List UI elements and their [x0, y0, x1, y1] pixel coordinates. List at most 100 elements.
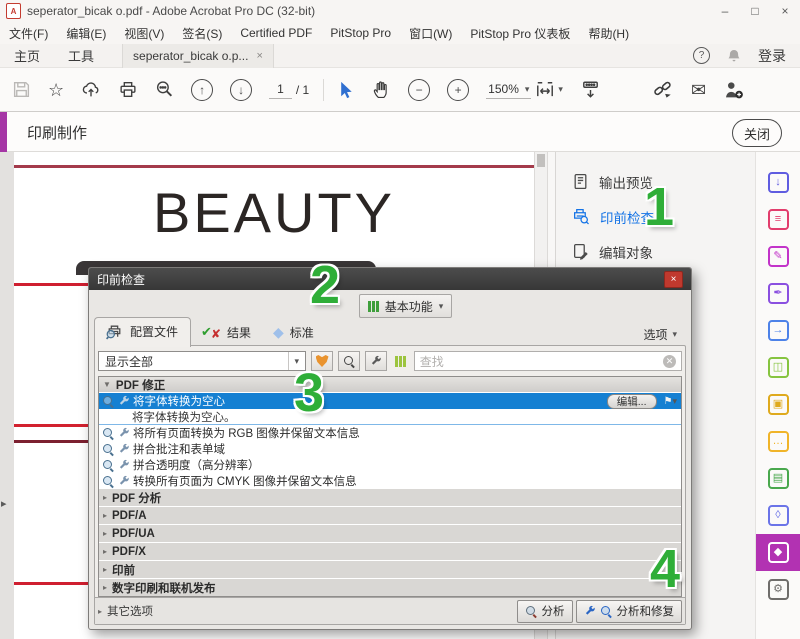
- selected-profile-row[interactable]: 将字体转换为空心 编辑... ⚑: [99, 393, 681, 409]
- star-icon[interactable]: ☆: [48, 81, 64, 99]
- tabbar: 主页 工具 seperator_bicak o.p... × ? 登录: [0, 44, 800, 68]
- analyze-icon: [102, 443, 115, 456]
- tab-standards[interactable]: ◆ 标准: [263, 319, 326, 346]
- print-icon[interactable]: [118, 80, 138, 99]
- profile-row[interactable]: 转换所有页面为 CMYK 图像并保留文本信息: [99, 473, 681, 489]
- zoom-out-icon[interactable]: −: [408, 79, 430, 101]
- hand-tool-icon[interactable]: [372, 80, 391, 99]
- share-with-people-icon[interactable]: [723, 80, 744, 99]
- maximize-button[interactable]: □: [740, 0, 770, 22]
- tab-document[interactable]: seperator_bicak o.p... ×: [122, 44, 274, 68]
- current-tool-tool[interactable]: ◆: [756, 534, 800, 571]
- close-window-button[interactable]: ×: [770, 0, 800, 22]
- minimize-button[interactable]: –: [710, 0, 740, 22]
- organize-pages-icon: ≡: [768, 209, 789, 230]
- fit-width-dropdown[interactable]: [535, 81, 563, 99]
- profile-row[interactable]: 拼合透明度（高分辨率）: [99, 457, 681, 473]
- tab-tools[interactable]: 工具: [54, 44, 108, 68]
- sign-in-button[interactable]: 登录: [758, 46, 786, 66]
- profile-row[interactable]: 拼合批注和表单域: [99, 441, 681, 457]
- zoom-in-icon[interactable]: +: [447, 79, 469, 101]
- analyze-magnifier-icon: [525, 605, 538, 618]
- page-scrolling-icon[interactable]: [580, 80, 601, 99]
- collapsed-section-row[interactable]: ▸ 印前: [99, 561, 681, 579]
- menu-item[interactable]: Certified PDF: [231, 22, 321, 44]
- next-page-icon[interactable]: ↓: [230, 79, 252, 101]
- add-tools-tool[interactable]: ⚙: [756, 571, 800, 608]
- menu-item[interactable]: 签名(S): [173, 22, 231, 44]
- help-icon[interactable]: ?: [693, 47, 710, 64]
- other-options-toggle[interactable]: ▸ 其它选项: [98, 603, 153, 619]
- menu-item[interactable]: PitStop Pro: [321, 22, 400, 44]
- close-tool-button[interactable]: 关闭: [732, 119, 782, 147]
- right-rail: ↓ ≡ ✎✒→◫▣…▤◊◆⚙: [755, 152, 800, 639]
- search-icon[interactable]: [155, 80, 174, 99]
- send-for-review-tool[interactable]: →: [756, 312, 800, 349]
- menu-item[interactable]: 编辑(E): [57, 22, 115, 44]
- analyze-and-fix-button[interactable]: 分析和修复: [576, 600, 683, 623]
- flag-icon[interactable]: ⚑: [664, 396, 678, 407]
- dialog-title: 印前检查: [97, 271, 145, 288]
- save-icon[interactable]: [12, 80, 31, 99]
- fixup-icon-button[interactable]: [365, 351, 387, 371]
- page-number-input[interactable]: 1: [269, 80, 292, 99]
- email-icon[interactable]: ✉: [691, 81, 706, 99]
- dialog-close-icon[interactable]: ×: [664, 271, 683, 288]
- collapsed-sections: ▸ PDF 分析 ▸ PDF/A ▸ PDF/UA ▸ PDF/X ▸ 印前 ▸…: [99, 489, 681, 597]
- section-pdf-fixups[interactable]: ▼ PDF 修正: [99, 377, 681, 393]
- section-label: 数字印刷和联机发布: [112, 580, 216, 596]
- export-pdf-tool[interactable]: ↓: [756, 164, 800, 201]
- dialog-titlebar[interactable]: 印前检查 ×: [89, 268, 691, 290]
- standards-diamond-icon: ◆: [273, 324, 284, 341]
- menu-item[interactable]: 窗口(W): [400, 22, 461, 44]
- bell-icon[interactable]: [726, 48, 742, 64]
- show-all-label: 显示全部: [105, 353, 153, 370]
- share-cloud-icon[interactable]: [81, 80, 101, 99]
- comment-tool[interactable]: …: [756, 423, 800, 460]
- collapsed-section-row[interactable]: ▸ PDF/UA: [99, 525, 681, 543]
- search-input[interactable]: 查找 ✕: [414, 351, 682, 371]
- wrench-icon: [118, 459, 130, 471]
- menu-item[interactable]: 文件(F): [0, 22, 57, 44]
- fill-and-sign-tool[interactable]: ✒: [756, 275, 800, 312]
- share-link-icon[interactable]: [652, 80, 674, 99]
- panel-item-label: 编辑对象: [599, 242, 653, 262]
- analyze-icon-button[interactable]: [338, 351, 360, 371]
- collapsed-section-row[interactable]: ▸ PDF 分析: [99, 489, 681, 507]
- profile-row-label: 将所有页面转换为 RGB 图像并保留文本信息: [133, 425, 360, 441]
- doc-tab-close-icon[interactable]: ×: [256, 50, 262, 62]
- options-dropdown[interactable]: 选项: [643, 326, 677, 343]
- show-all-dropdown[interactable]: 显示全部: [98, 351, 306, 371]
- previous-page-icon[interactable]: ↑: [191, 79, 213, 101]
- library-dropdown-button[interactable]: 基本功能: [359, 294, 452, 318]
- tab-profiles[interactable]: 配置文件: [94, 317, 191, 347]
- print-production-tool[interactable]: ▤: [756, 460, 800, 497]
- collapsed-section-row[interactable]: ▸ 数字印刷和联机发布: [99, 579, 681, 597]
- tab-home[interactable]: 主页: [0, 44, 54, 68]
- organize-pages-tool[interactable]: ≡: [756, 201, 800, 238]
- favorites-bars-icon[interactable]: [395, 356, 406, 367]
- menu-item[interactable]: PitStop Pro 仪表板: [461, 22, 579, 44]
- profiles-list: ▼ PDF 修正 将字体转换为空心 编辑... ⚑ 将字体转换为空心。 将所有页…: [98, 376, 682, 597]
- clear-search-icon[interactable]: ✕: [663, 355, 676, 368]
- profile-row-label: 拼合批注和表单域: [133, 441, 225, 457]
- menu-item[interactable]: 视图(V): [115, 22, 173, 44]
- scrollbar-thumb[interactable]: [537, 154, 545, 167]
- copy-pages-tool[interactable]: ▣: [756, 386, 800, 423]
- protect-tool[interactable]: ◊: [756, 497, 800, 534]
- menu-item[interactable]: 帮助(H): [579, 22, 638, 44]
- zoom-level-dropdown[interactable]: 150%: [486, 80, 531, 99]
- select-tool-icon[interactable]: [338, 81, 355, 99]
- collapsed-section-row[interactable]: ▸ PDF/A: [99, 507, 681, 525]
- crop-pages-tool[interactable]: ◫: [756, 349, 800, 386]
- panel-item-edit-object[interactable]: 编辑对象: [556, 234, 755, 269]
- acrobat-doc-icon: A: [6, 3, 21, 19]
- analyze-button[interactable]: 分析: [517, 600, 573, 623]
- edit-pdf-tool[interactable]: ✎: [756, 238, 800, 275]
- profile-row[interactable]: 将所有页面转换为 RGB 图像并保留文本信息: [99, 425, 681, 441]
- left-panel-toggle-icon[interactable]: ▸: [1, 497, 7, 510]
- tab-results[interactable]: ✔✘ 结果: [191, 318, 263, 346]
- wrench-icon: [370, 355, 382, 367]
- edit-profile-button[interactable]: 编辑...: [607, 394, 657, 409]
- collapsed-section-row[interactable]: ▸ PDF/X: [99, 543, 681, 561]
